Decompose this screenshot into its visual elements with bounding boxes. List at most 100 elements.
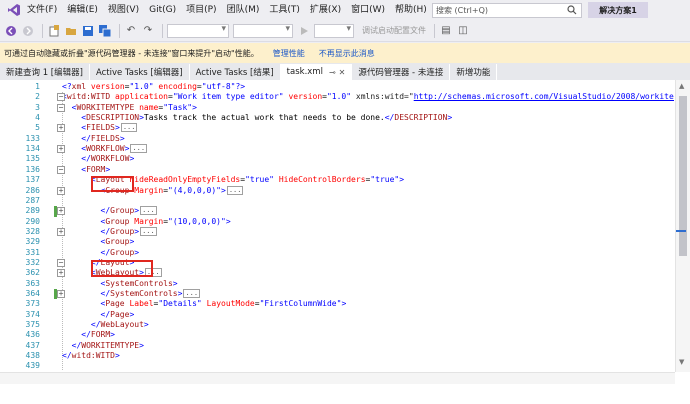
search-input[interactable]: 搜索 (Ctrl+Q)	[432, 3, 582, 18]
menu-extensions[interactable]: 扩展(X)	[305, 0, 346, 20]
save-all-icon[interactable]	[98, 24, 112, 38]
line-number: 135	[25, 154, 40, 164]
redo-icon[interactable]: ↷	[141, 24, 155, 38]
code-line[interactable]: </witd:WITD>	[62, 351, 120, 361]
expand-region-icon[interactable]: +	[57, 207, 65, 216]
forward-icon[interactable]	[21, 24, 35, 38]
code-line[interactable]: </Group>...	[62, 226, 157, 237]
code-line[interactable]: </WORKFLOW>	[62, 154, 134, 164]
menu-git[interactable]: Git(G)	[144, 0, 181, 20]
manage-performance-link[interactable]: 管理性能	[273, 48, 305, 59]
tab-task-xml[interactable]: task.xml ⊸ ✕	[280, 64, 353, 80]
close-icon[interactable]: ✕	[339, 68, 346, 77]
code-line[interactable]: <Page Label="Details" LayoutMode="FirstC…	[62, 299, 347, 309]
debug-target-dropdown[interactable]	[314, 23, 354, 38]
code-area[interactable]: <?xml version="1.0" encoding="utf-8"?><w…	[62, 80, 674, 372]
scroll-up-icon[interactable]: ▲	[679, 82, 684, 90]
vertical-scrollbar[interactable]: ▲ ▼	[675, 80, 690, 372]
expand-region-icon[interactable]: +	[57, 290, 65, 298]
code-line[interactable]: <DESCRIPTION>Tasks track the actual work…	[62, 113, 452, 123]
save-icon[interactable]	[81, 24, 95, 38]
expand-region-icon[interactable]: +	[57, 124, 65, 133]
change-marker	[54, 289, 57, 300]
undo-icon[interactable]: ↶	[124, 24, 138, 38]
document-tab-bar: 新建查询 1 [编辑器] Active Tasks [编辑器] Active T…	[0, 63, 690, 80]
code-line[interactable]: <FIELDS>...	[62, 123, 138, 133]
expand-region-icon[interactable]: +	[57, 145, 65, 154]
search-icon	[567, 5, 577, 17]
collapse-region-icon[interactable]: −	[57, 103, 65, 112]
code-line[interactable]: <SystemControls>	[62, 279, 178, 289]
menu-project[interactable]: 项目(P)	[181, 0, 221, 20]
code-line[interactable]: <?xml version="1.0" encoding="utf-8"?>	[62, 82, 245, 92]
visual-studio-logo-icon[interactable]	[6, 2, 22, 18]
code-line[interactable]: </WORKITEMTYPE>	[62, 341, 144, 351]
code-line[interactable]: </Group>...	[62, 206, 157, 216]
solution-platform-dropdown[interactable]	[233, 23, 293, 38]
toolbar-extra-icon[interactable]: ▤	[439, 24, 453, 38]
expand-region-icon[interactable]: +	[57, 269, 65, 278]
code-line[interactable]: <witd:WITD application="Work item type e…	[62, 92, 674, 102]
solution-name-badge[interactable]: 解决方案1	[588, 2, 648, 18]
code-line[interactable]: <WORKFLOW>...	[62, 144, 148, 154]
line-number: 362	[25, 268, 40, 278]
code-line[interactable]: </FORM>	[62, 330, 115, 340]
solution-configuration-dropdown[interactable]	[167, 23, 229, 38]
code-line[interactable]: <WORKITEMTYPE name="Task">	[62, 103, 197, 113]
code-line[interactable]: <Group>	[62, 237, 135, 247]
tab-active-tasks-results[interactable]: Active Tasks [结果]	[190, 64, 281, 80]
line-number: 134	[25, 144, 40, 154]
pin-icon[interactable]: ⊸	[329, 68, 336, 77]
dont-show-again-link[interactable]: 不再显示此消息	[319, 48, 375, 59]
collapsed-region-marker[interactable]: ...	[140, 226, 157, 236]
code-line[interactable]: <Group Margin="(4,0,0,0)">...	[62, 185, 244, 196]
menu-window[interactable]: 窗口(W)	[346, 0, 390, 20]
collapse-region-icon[interactable]: −	[57, 258, 65, 267]
toolbar-separator	[42, 23, 43, 38]
new-item-icon[interactable]	[47, 24, 61, 38]
code-line[interactable]: </Group>	[62, 248, 140, 258]
expand-region-icon[interactable]: +	[57, 227, 65, 236]
horizontal-scrollbar[interactable]	[0, 372, 675, 384]
expand-region-icon[interactable]: +	[57, 186, 65, 195]
collapse-region-icon[interactable]: −	[57, 93, 65, 102]
code-line[interactable]: </WebLayout>	[62, 320, 149, 330]
collapsed-region-marker[interactable]: ...	[130, 144, 148, 154]
code-line[interactable]: </SystemControls>...	[62, 289, 201, 299]
back-icon[interactable]	[4, 24, 18, 38]
collapsed-region-marker[interactable]: ...	[183, 289, 201, 298]
menu-file[interactable]: 文件(F)	[22, 0, 62, 20]
menu-edit[interactable]: 编辑(E)	[62, 0, 103, 20]
collapsed-region-marker[interactable]: ...	[226, 185, 244, 195]
start-debug-icon[interactable]	[297, 24, 311, 38]
line-number: 286	[25, 185, 40, 195]
line-number: 133	[25, 133, 40, 143]
toolbar-extra-icon[interactable]: ◫	[456, 24, 470, 38]
code-line[interactable]: </Page>	[62, 310, 135, 320]
menu-tools[interactable]: 工具(T)	[264, 0, 305, 20]
collapsed-region-marker[interactable]: ...	[120, 123, 138, 133]
menu-team[interactable]: 团队(M)	[222, 0, 265, 20]
code-line[interactable]: <Group Margin="(10,0,0,0)">	[62, 217, 231, 227]
menu-help[interactable]: 帮助(H)	[390, 0, 432, 20]
collapse-region-icon[interactable]: −	[57, 165, 65, 174]
xml-code-editor[interactable]: 1 2 3 4 5 133 134 135 136 137 286 287 289 290 328 329 33…	[0, 80, 690, 404]
line-number: 4	[35, 113, 40, 123]
tab-new-query[interactable]: 新建查询 1 [编辑器]	[0, 64, 90, 80]
line-number: 363	[25, 278, 40, 288]
code-line[interactable]: </FIELDS>	[62, 134, 124, 144]
open-folder-icon[interactable]	[64, 24, 78, 38]
menu-bar: 文件(F) 编辑(E) 视图(V) Git(G) 项目(P) 团队(M) 工具(…	[0, 0, 690, 20]
tab-active-tasks-editor[interactable]: Active Tasks [编辑器]	[90, 64, 190, 80]
scroll-down-icon[interactable]: ▼	[679, 358, 684, 366]
menu-view[interactable]: 视图(V)	[103, 0, 144, 20]
debug-launch-profiles[interactable]: 调试启动配置文件	[362, 25, 426, 36]
line-number: 3	[35, 102, 40, 112]
collapsed-region-marker[interactable]: ...	[140, 206, 157, 216]
scrollbar-thumb[interactable]	[679, 96, 687, 256]
code-line[interactable]: <FORM>	[62, 165, 110, 175]
line-number: 1	[35, 82, 40, 91]
tab-source-control-explorer[interactable]: 源代码管理器 - 未连接	[352, 64, 451, 80]
tab-whats-new[interactable]: 新增功能	[450, 64, 498, 80]
line-number: 436	[25, 330, 40, 340]
